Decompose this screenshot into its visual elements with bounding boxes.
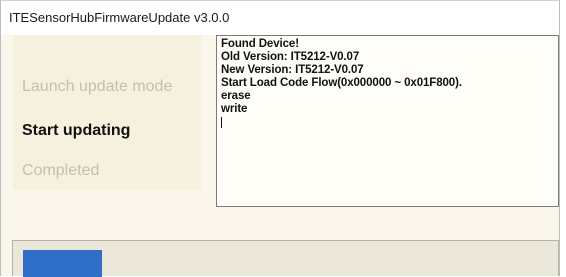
steps-panel: Launch update mode Start updating Comple… — [13, 35, 201, 190]
progress-fill — [23, 250, 102, 277]
text-caret — [221, 117, 222, 128]
log-line: Start Load Code Flow(0x000000 ~ 0x01F800… — [221, 77, 462, 89]
log-line: Old Version: IT5212-V0.07 — [221, 51, 360, 63]
log-line: write — [221, 103, 248, 115]
log-line: Found Device! — [221, 38, 299, 50]
firmware-update-window: ITESensorHubFirmwareUpdate v3.0.0 Launch… — [0, 0, 566, 277]
step-launch-update-mode: Launch update mode — [22, 78, 173, 95]
step-start-updating: Start updating — [22, 122, 131, 139]
log-output[interactable]: Found Device! Old Version: IT5212-V0.07 … — [216, 35, 559, 207]
title-bar[interactable]: ITESensorHubFirmwareUpdate v3.0.0 — [1, 1, 559, 35]
step-completed: Completed — [22, 162, 100, 179]
log-line: New Version: IT5212-V0.07 — [221, 64, 364, 76]
window-title: ITESensorHubFirmwareUpdate v3.0.0 — [9, 10, 230, 25]
log-line: erase — [221, 90, 251, 102]
progress-bar — [12, 240, 559, 277]
